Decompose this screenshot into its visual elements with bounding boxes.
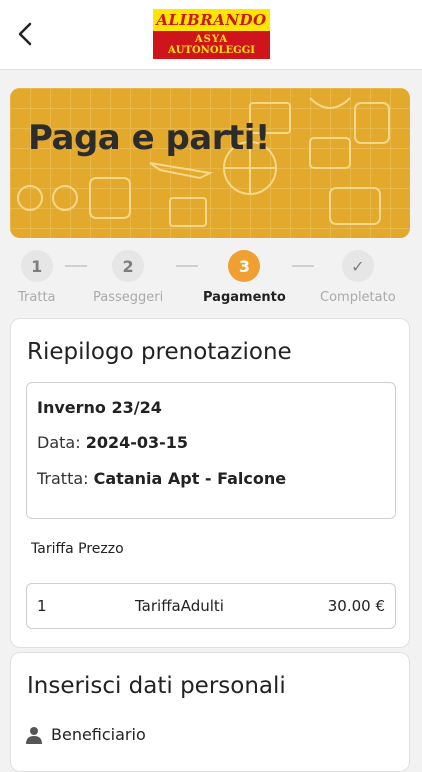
step-connector	[65, 265, 87, 267]
check-icon: ✓	[341, 250, 374, 282]
tariff-qty: 1	[37, 597, 47, 615]
date-value: 2024-03-15	[85, 433, 189, 452]
step-number: 2	[112, 250, 145, 282]
step-pagamento[interactable]: 3 Pagamento	[203, 250, 286, 305]
tariff-price: 30.00 €	[327, 597, 385, 615]
beneficiary-label: Beneficiario	[51, 725, 146, 744]
date-label: Data:	[37, 433, 81, 452]
tariff-name: TariffaAdulti	[135, 597, 224, 615]
season-name: Inverno 23/24	[37, 398, 162, 417]
route-label: Tratta:	[37, 469, 89, 488]
top-bar: ALIBRANDO ASYA AUTONOLEGGI	[0, 0, 422, 70]
step-number: 1	[20, 250, 53, 282]
step-label: Completato	[320, 290, 396, 305]
step-label: Passeggeri	[93, 290, 164, 305]
step-passeggeri[interactable]: 2 Passeggeri	[93, 250, 163, 305]
banner-title: Paga e parti!	[28, 118, 270, 158]
progress-stepper: 1 Tratta 2 Passeggeri 3 Pagamento ✓ Comp…	[0, 250, 422, 316]
logo-line-3: AUTONOLEGGI	[168, 45, 255, 56]
step-connector	[176, 265, 198, 267]
user-icon	[26, 726, 42, 744]
tariff-row: 1 TariffaAdulti 30.00 €	[26, 583, 396, 629]
step-tratta[interactable]: 1 Tratta	[18, 250, 56, 305]
chevron-left-icon	[18, 22, 32, 46]
step-number: 3	[228, 250, 261, 282]
summary-title: Riepilogo prenotazione	[27, 339, 292, 365]
personal-data-card: Inserisci dati personali Beneficiario	[10, 652, 410, 772]
booking-summary-card: Riepilogo prenotazione Inverno 23/24 Dat…	[10, 318, 410, 648]
logo-line-2: ASYA	[194, 34, 229, 45]
step-label: Pagamento	[203, 290, 286, 305]
promo-banner: Paga e parti!	[10, 88, 410, 238]
beneficiary-section: Beneficiario	[25, 725, 146, 744]
tariff-header: Tariffa Prezzo	[31, 541, 124, 557]
step-connector	[292, 265, 314, 267]
route-row: Tratta: Catania Apt - Falcone	[37, 469, 286, 488]
back-button[interactable]	[10, 16, 40, 52]
date-row: Data: 2024-03-15	[37, 433, 188, 452]
personal-data-title: Inserisci dati personali	[27, 673, 286, 699]
step-label: Tratta	[18, 290, 56, 305]
brand-logo: ALIBRANDO ASYA AUTONOLEGGI	[153, 9, 270, 59]
travel-pattern-background	[10, 88, 410, 238]
logo-line-1: ALIBRANDO	[153, 9, 270, 31]
route-value: Catania Apt - Falcone	[93, 469, 287, 488]
summary-details-box: Inverno 23/24 Data: 2024-03-15 Tratta: C…	[26, 382, 396, 519]
step-completato[interactable]: ✓ Completato	[320, 250, 396, 305]
